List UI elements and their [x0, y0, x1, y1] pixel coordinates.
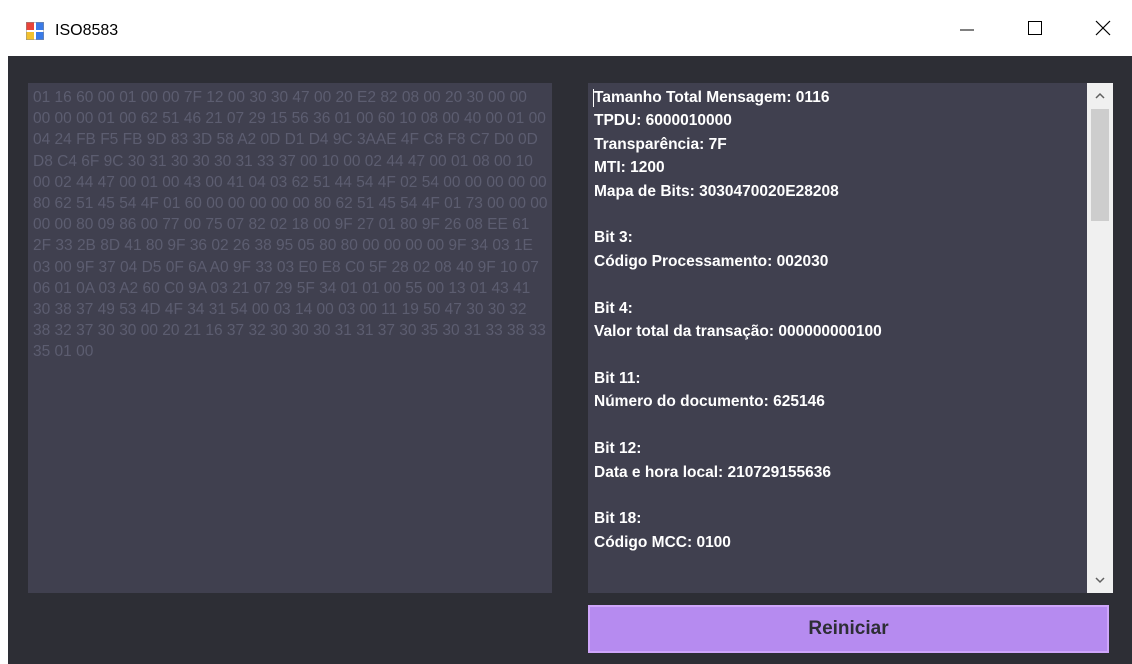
app-window: ISO8583 01 16 60 00 01 00 00 7F 12 00 30… [0, 0, 1132, 664]
minimize-button[interactable] [944, 0, 990, 56]
window-title: ISO8583 [55, 22, 119, 39]
app-window-icon [26, 22, 44, 40]
title-bar[interactable]: ISO8583 [0, 0, 1132, 56]
scroll-thumb[interactable] [1091, 109, 1109, 221]
scroll-down-button[interactable] [1087, 567, 1113, 593]
chevron-up-icon [1095, 92, 1105, 99]
close-icon [1095, 20, 1111, 36]
client-area: 01 16 60 00 01 00 00 7F 12 00 30 30 47 0… [8, 56, 1132, 664]
maximize-icon [1028, 21, 1042, 35]
hex-message-textbox[interactable]: 01 16 60 00 01 00 00 7F 12 00 30 30 47 0… [28, 83, 552, 593]
parsed-fields-text: Tamanho Total Mensagem: 0116 TPDU: 60000… [594, 89, 882, 551]
restart-button[interactable]: Reiniciar [588, 605, 1109, 653]
close-button[interactable] [1080, 0, 1126, 56]
vertical-scrollbar[interactable] [1087, 83, 1113, 593]
scroll-up-button[interactable] [1087, 83, 1113, 109]
chevron-down-icon [1095, 577, 1105, 584]
minimize-icon [960, 29, 974, 31]
maximize-button[interactable] [1012, 0, 1058, 56]
parsed-fields-textbox[interactable]: Tamanho Total Mensagem: 0116 TPDU: 60000… [588, 83, 1113, 593]
